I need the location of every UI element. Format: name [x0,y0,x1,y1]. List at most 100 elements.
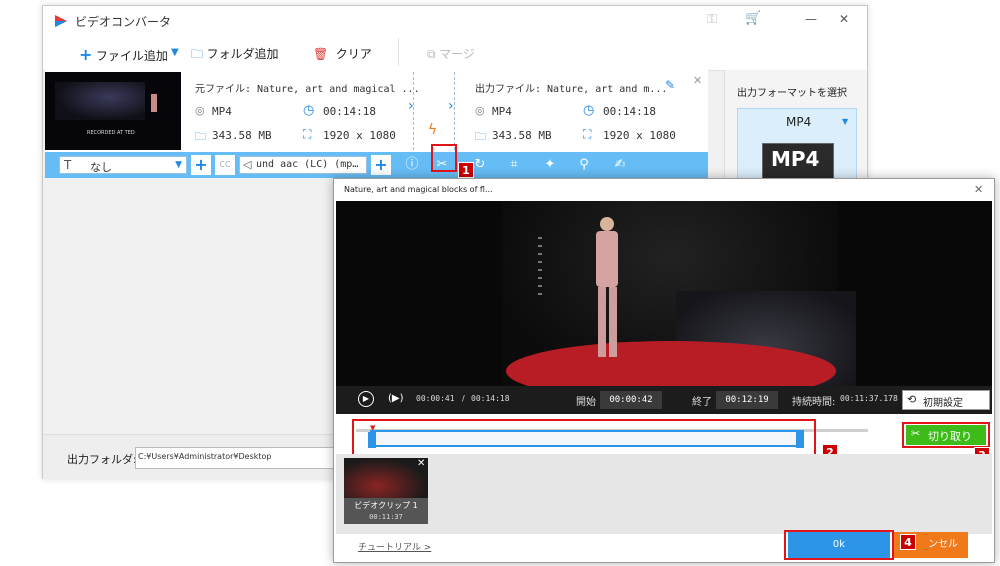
source-resolution: 1920 x 1080 [323,129,396,142]
output-resolution: 1920 x 1080 [603,129,676,142]
output-format: MP4 [492,105,512,118]
resolution-icon: ⛶ [303,127,312,141]
close-dialog-icon[interactable]: ✕ [974,183,983,196]
file-item: RECORDED AT TED 元ファイル: Nature, art and m… [45,70,708,152]
player-controls: ▶ (▶) 00:00:41 / 00:14:18 開始 00:00:42 終了… [336,386,992,414]
source-file-name: 元ファイル: Nature, art and magical ... [195,84,420,95]
speaker-head [600,217,614,231]
close-window-button[interactable]: ✕ [839,12,849,26]
dropdown-arrow-icon[interactable]: ▼ [171,47,179,58]
current-time: 00:00:41 [416,394,455,403]
time-separator: / [462,394,465,403]
cc-button[interactable]: CC [215,155,235,175]
remove-file-icon[interactable]: ✕ [693,74,702,87]
minimize-button[interactable]: — [805,12,817,26]
duration-label: 持続時間: [792,397,836,408]
merge-icon: ⧉ [427,47,436,61]
play-icon[interactable]: ▶ [358,391,374,407]
step-1-highlight [431,144,457,172]
app-title: ビデオコンバータ [75,15,172,29]
lightning-icon[interactable]: ϟ [428,122,437,138]
clip-name: ビデオクリップ 1 [354,501,418,510]
source-duration: 00:14:18 [323,105,376,118]
add-file-button[interactable]: + ファイル追加 [79,45,168,64]
clip-duration: 00:11:37 [369,513,403,521]
source-size: 343.58 MB [212,129,272,142]
arrow-icon: › [448,98,454,114]
add-file-label: ファイル追加 [95,49,168,63]
add-folder-button[interactable]: 🗀 フォルダ追加 [191,45,279,66]
total-time: 00:14:18 [471,394,510,403]
add-audio-button[interactable]: + [371,155,391,175]
reset-button[interactable]: ⟲ 初期設定 [902,390,990,410]
folder-size-icon: 🗀 [195,130,206,143]
source-format: MP4 [212,105,232,118]
crop-icon[interactable]: ⌗ [505,156,523,174]
subtitle-dropdown[interactable]: T なし ▼ [59,156,187,174]
add-folder-label: フォルダ追加 [206,47,279,61]
clip-item[interactable]: ✕ ビデオクリップ 1 00:11:37 [344,458,428,524]
reset-icon: ⟲ [907,393,917,406]
speaker-icon: ◁ [243,158,252,171]
audio-value: und aac (LC) (mp… [256,159,359,170]
trim-dialog: Nature, art and magical blocks of fl... … [333,178,995,563]
thumbnail-speaker [151,94,157,112]
end-time-input[interactable]: 00:12:19 [716,391,778,409]
edit-toolbar: T なし ▼ + CC ◁ und aac (LC) (mp… + ⓘ ✂ ↻ … [45,152,708,178]
add-subtitle-button[interactable]: + [191,155,211,175]
step-4-badge: 4 [900,534,916,550]
clip-list: ✕ ビデオクリップ 1 00:11:37 [336,454,992,534]
stage-lights [538,237,542,297]
format-icon: ◎ [475,104,485,117]
plus-icon: + [79,45,93,64]
convert-divider: › ϟ › [408,72,455,150]
video-thumbnail[interactable]: RECORDED AT TED [45,72,181,150]
chevron-down-icon: ▼ [842,117,849,126]
speaker-leg [598,287,606,357]
video-preview[interactable] [336,201,992,386]
step-2-highlight [352,419,816,457]
app-logo-icon [55,15,67,27]
clock-icon: ◷ [583,103,595,118]
toolbar: + ファイル追加 ▼ 🗀 フォルダ追加 🗑 クリア ⧉ マージ [43,36,867,71]
subtitle-value: なし [90,161,112,174]
end-label: 終了 [692,397,712,408]
speaker-leg [609,287,617,357]
tutorial-link[interactable]: チュートリアル > [358,540,431,553]
folder-size-icon: 🗀 [475,130,486,143]
arrow-icon: › [408,98,414,114]
info-icon[interactable]: ⓘ [403,156,421,174]
text-icon: T [64,158,72,172]
key-icon[interactable]: ⚿ [707,12,717,27]
output-duration: 00:14:18 [603,105,656,118]
title-bar: ビデオコンバータ ⚿ 🛒 — ✕ [43,6,867,36]
clear-button[interactable]: 🗑 クリア [313,45,372,62]
format-name: MP4 [786,115,812,129]
clock-icon: ◷ [303,103,315,118]
audio-dropdown[interactable]: ◁ und aac (LC) (mp… [239,156,367,174]
merge-button[interactable]: ⧉ マージ [427,45,475,62]
speaker-body [596,231,618,287]
effects-wand-icon[interactable]: ✦ [541,156,559,174]
step-1-badge: 1 [458,162,474,178]
remove-clip-icon[interactable]: ✕ [417,458,425,469]
toolbar-divider [398,38,399,66]
thumbnail-stage [55,82,145,120]
merge-label: マージ [439,47,475,61]
start-time-input[interactable]: 00:00:42 [600,391,662,409]
start-label: 開始 [576,397,596,408]
folder-icon: 🗀 [191,47,204,61]
cart-icon[interactable]: 🛒 [745,11,761,26]
clear-label: クリア [335,47,372,61]
output-folder-path: C:¥Users¥Administrator¥Desktop [138,452,272,461]
format-icon: ◎ [195,104,205,117]
output-size: 343.58 MB [492,129,552,142]
trim-dialog-title: Nature, art and magical blocks of fl... [344,185,493,194]
clip-thumbnail [344,458,428,498]
next-frame-icon[interactable]: (▶) [388,391,404,407]
reset-label: 初期設定 [923,398,963,409]
output-folder-input[interactable]: C:¥Users¥Administrator¥Desktop [135,447,347,469]
edit-pencil-icon[interactable]: ✎ [665,78,675,92]
watermark-icon[interactable]: ⚲ [575,156,593,174]
subtitle-edit-icon[interactable]: ✍ [611,156,629,174]
